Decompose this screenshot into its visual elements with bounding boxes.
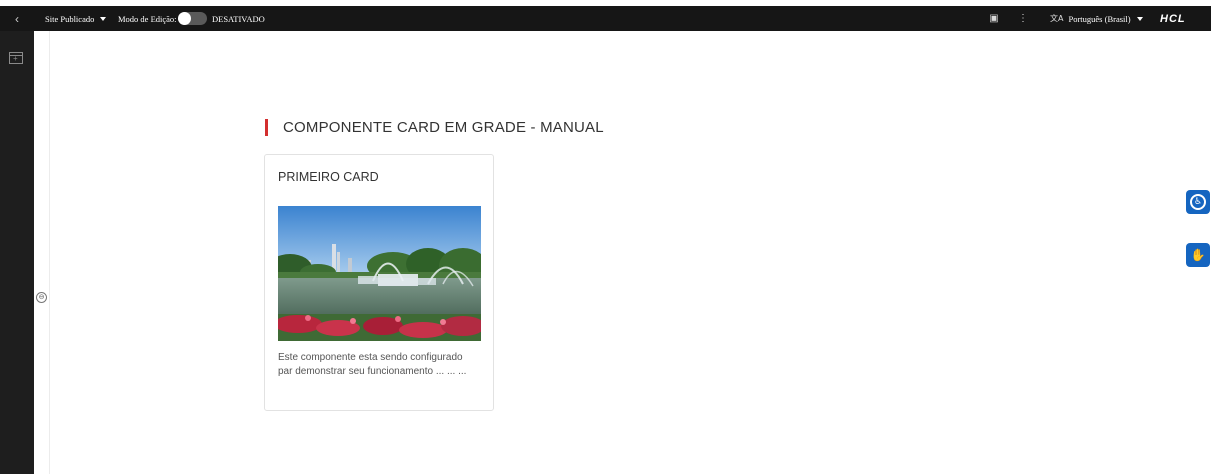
accessibility-button[interactable]: ♿ [1186,190,1210,214]
translate-icon: 文A [1050,14,1064,23]
card-image-park-lake [278,206,481,341]
title-accent-bar [265,118,268,136]
language-label: Português (Brasil) [1068,13,1131,24]
sidebar-divider [49,31,50,474]
expand-circle-icon[interactable]: ⊖ [36,292,47,303]
panel-icon[interactable]: ▣ [987,6,1001,31]
chevron-down-icon [1136,16,1143,21]
section-title: COMPONENTE CARD EM GRADE - MANUAL [283,118,604,136]
chevron-down-icon [100,16,107,21]
grid-card[interactable]: PRIMEIRO CARD Este componente esta sendo… [264,154,494,411]
toggle-knob [178,12,191,25]
card-title: PRIMEIRO CARD [278,170,379,184]
section-heading: COMPONENTE CARD EM GRADE - MANUAL [265,117,604,137]
hcl-logo: HCL [1160,12,1186,25]
language-dropdown[interactable]: 文A Português (Brasil) [1050,6,1143,31]
card-description: Este componente esta sendo configurado p… [278,352,467,377]
site-status-label: Site Publicado [45,13,95,24]
back-chevron-icon[interactable]: ‹ [0,6,34,31]
more-options-icon[interactable]: ⋮ [1018,6,1028,31]
add-panel-icon[interactable] [9,52,23,64]
sign-language-icon: ✋ [1190,248,1206,262]
edit-mode-label: Modo de Edição: [118,13,177,24]
left-sidebar [0,31,34,474]
accessibility-icon: ♿ [1190,194,1206,210]
sign-language-button[interactable]: ✋ [1186,243,1210,267]
top-toolbar: ‹ Site Publicado Modo de Edição: DESATIV… [0,6,1211,31]
site-status-dropdown[interactable]: Site Publicado [45,6,107,31]
edit-mode-state: DESATIVADO [212,13,265,24]
edit-mode-toggle[interactable] [178,12,207,25]
